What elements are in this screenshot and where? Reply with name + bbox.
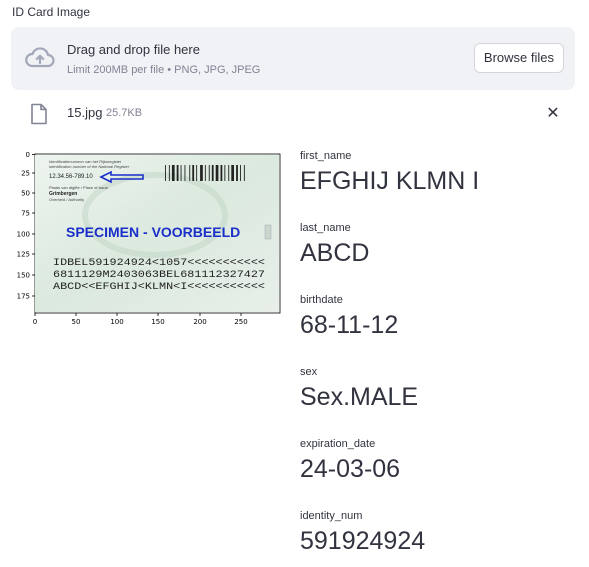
field-identity-num: identity_num 591924924 <box>300 510 580 556</box>
file-icon <box>31 103 47 125</box>
x-axis-ticks: 0 50 100 150 200 250 <box>33 313 248 326</box>
cloud-upload-icon <box>25 47 55 68</box>
field-label: birthdate <box>300 294 343 306</box>
file-dropzone[interactable]: Drag and drop file here Limit 200MB per … <box>11 27 575 90</box>
field-value: 68-11-12 <box>300 311 399 339</box>
field-expiration-date: expiration_date 24-03-06 <box>300 438 580 484</box>
field-value: Sex.MALE <box>300 383 419 411</box>
y-axis-ticks: 0 25 50 75 100 125 150 175 <box>17 151 35 301</box>
field-label: expiration_date <box>300 438 376 450</box>
y-tick-label: 175 <box>17 293 30 301</box>
x-tick-label: 250 <box>234 318 247 326</box>
dropzone-limit-text: Limit 200MB per file • PNG, JPG, JPEG <box>67 64 261 76</box>
card-mrz-line1: IDBEL591924924<1057<<<<<<<<<<< <box>53 258 265 269</box>
card-mrz-line3: ABCD<<EFGHIJ<KLMN<I<<<<<<<<<<< <box>53 282 265 293</box>
y-tick-label: 75 <box>21 210 30 218</box>
y-tick-label: 25 <box>21 170 30 178</box>
field-label: last_name <box>300 222 351 234</box>
field-value: 591924924 <box>300 527 426 555</box>
field-value: EFGHIJ KLMN I <box>300 167 480 195</box>
x-tick-label: 150 <box>151 318 164 326</box>
card-authority: Overheid / Authority <box>49 197 84 202</box>
x-tick-label: 0 <box>33 318 37 326</box>
field-value: 24-03-06 <box>300 455 401 483</box>
uploaded-file-row: 15.jpg 25.7KB ✕ <box>11 100 575 126</box>
field-label: sex <box>300 366 318 378</box>
y-tick-label: 0 <box>26 151 30 159</box>
x-tick-label: 50 <box>72 318 81 326</box>
y-tick-label: 100 <box>17 231 30 239</box>
card-specimen-text: SPECIMEN - VOORBEELD <box>66 224 240 240</box>
field-label: identity_num <box>300 510 363 522</box>
field-first-name: first_name EFGHIJ KLMN I <box>300 150 580 196</box>
field-last-name: last_name ABCD <box>300 222 580 268</box>
x-tick-label: 100 <box>110 318 123 326</box>
id-card-image: Identificatienummer van het Rijksregiste… <box>35 155 279 312</box>
file-size: 25.7KB <box>106 107 143 119</box>
browse-files-button[interactable]: Browse files <box>473 43 564 73</box>
card-hologram <box>264 224 272 240</box>
field-value: ABCD <box>300 239 370 267</box>
dropzone-title: Drag and drop file here <box>67 42 200 57</box>
card-place-label: Plaats van afgifte / Place of issue <box>49 185 109 190</box>
field-label: first_name <box>300 150 352 162</box>
field-birthdate: birthdate 68-11-12 <box>300 294 580 340</box>
card-header-line2: Identification number of the National Re… <box>49 164 130 169</box>
card-mrz-line2: 6811129M2403063BEL681112327427 <box>53 270 265 281</box>
file-name: 15.jpg <box>67 105 103 120</box>
barcode <box>165 165 245 181</box>
uploader-label: ID Card Image <box>12 5 91 19</box>
remove-file-close-icon[interactable]: ✕ <box>543 103 563 123</box>
y-tick-label: 50 <box>21 190 30 198</box>
field-sex: sex Sex.MALE <box>300 366 580 412</box>
y-tick-label: 150 <box>17 272 30 280</box>
x-tick-label: 200 <box>193 318 206 326</box>
card-id-number: 12.34.56-789.10 <box>49 174 93 180</box>
y-tick-label: 125 <box>17 251 30 259</box>
